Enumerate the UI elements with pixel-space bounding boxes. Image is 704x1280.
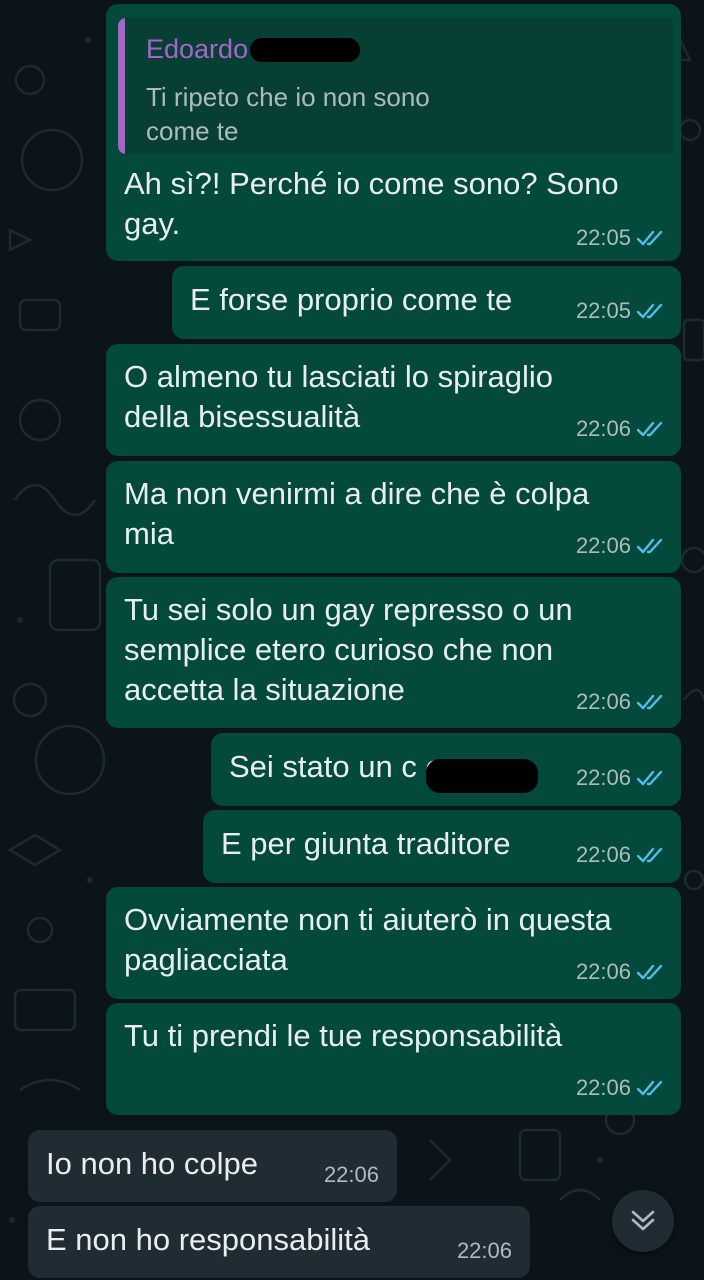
message-time: 22:06 (456, 1238, 512, 1263)
message-bubble-outgoing[interactable]: E per giunta traditore 22:06 (203, 810, 681, 883)
message-time: 22:06 (575, 416, 631, 441)
message-time: 22:06 (575, 842, 631, 867)
double-check-icon (637, 538, 663, 554)
message-meta: 22:06 (576, 959, 667, 985)
redaction-mark (250, 38, 360, 62)
message-time: 22:06 (575, 1075, 631, 1100)
double-check-icon (637, 964, 663, 980)
double-check-icon (637, 847, 663, 863)
message-bubble-incoming[interactable]: E non ho responsabilità 22:06 (28, 1206, 530, 1278)
chevron-double-down-icon (631, 1210, 655, 1231)
message-meta: 22:06 (457, 1238, 512, 1264)
message-time: 22:06 (575, 689, 631, 714)
message-text: Io non ho colpe (46, 1146, 259, 1181)
message-time: 22:06 (575, 765, 631, 790)
message-bubble-outgoing[interactable]: Tu sei solo un gay represso o un semplic… (106, 577, 681, 728)
message-meta: 22:05 (576, 225, 667, 251)
reply-quote-text: Ti ripeto che io non sono come te (146, 82, 430, 146)
redaction-mark (426, 759, 538, 793)
message-time: 22:05 (575, 225, 631, 250)
message-bubble-incoming[interactable]: Io non ho colpe 22:06 (28, 1130, 397, 1202)
message-text: Tu ti prendi le tue responsabilità (124, 1018, 563, 1053)
message-meta: 22:06 (576, 533, 667, 559)
message-time: 22:06 (575, 959, 631, 984)
message-time: 22:05 (575, 298, 631, 323)
message-meta: 22:06 (576, 842, 667, 868)
message-meta: 22:06 (576, 765, 667, 791)
message-meta: 22:06 (324, 1162, 379, 1188)
double-check-icon (637, 303, 663, 319)
message-bubble-outgoing[interactable]: Tu ti prendi le tue responsabilità 22:06 (106, 1003, 681, 1115)
message-time: 22:06 (323, 1162, 379, 1187)
message-bubble-outgoing[interactable]: O almeno tu lasciati lo spiraglio della … (106, 344, 681, 456)
reply-quote[interactable]: Edoardo Ti ripeto che io non sono come t… (118, 18, 674, 154)
scroll-to-bottom-button[interactable] (612, 1190, 674, 1252)
double-check-icon (637, 1080, 663, 1096)
double-check-icon (637, 770, 663, 786)
message-meta: 22:06 (576, 689, 667, 715)
reply-quote-author: Edoardo (146, 34, 249, 64)
message-time: 22:06 (575, 533, 631, 558)
double-check-icon (637, 421, 663, 437)
message-bubble-outgoing[interactable]: Sei stato un c e 22:06 (211, 733, 681, 806)
message-text: E forse proprio come te (190, 282, 513, 317)
message-text: E per giunta traditore (221, 826, 511, 861)
message-bubble-outgoing[interactable]: Ovviamente non ti aiuterò in questa pagl… (106, 887, 681, 999)
message-text: E non ho responsabilità (46, 1222, 371, 1257)
message-meta: 22:06 (576, 1075, 667, 1101)
message-meta: 22:05 (576, 298, 667, 324)
message-meta: 22:06 (576, 416, 667, 442)
message-bubble-outgoing[interactable]: E forse proprio come te 22:05 (172, 266, 681, 339)
message-bubble-outgoing[interactable]: Ma non venirmi a dire che è colpa mia 22… (106, 461, 681, 573)
double-check-icon (637, 230, 663, 246)
message-text: Sei stato un c e (229, 749, 443, 784)
reply-quote-bar (118, 18, 125, 154)
message-bubble-outgoing[interactable]: Edoardo Ti ripeto che io non sono come t… (106, 4, 681, 261)
double-check-icon (637, 694, 663, 710)
